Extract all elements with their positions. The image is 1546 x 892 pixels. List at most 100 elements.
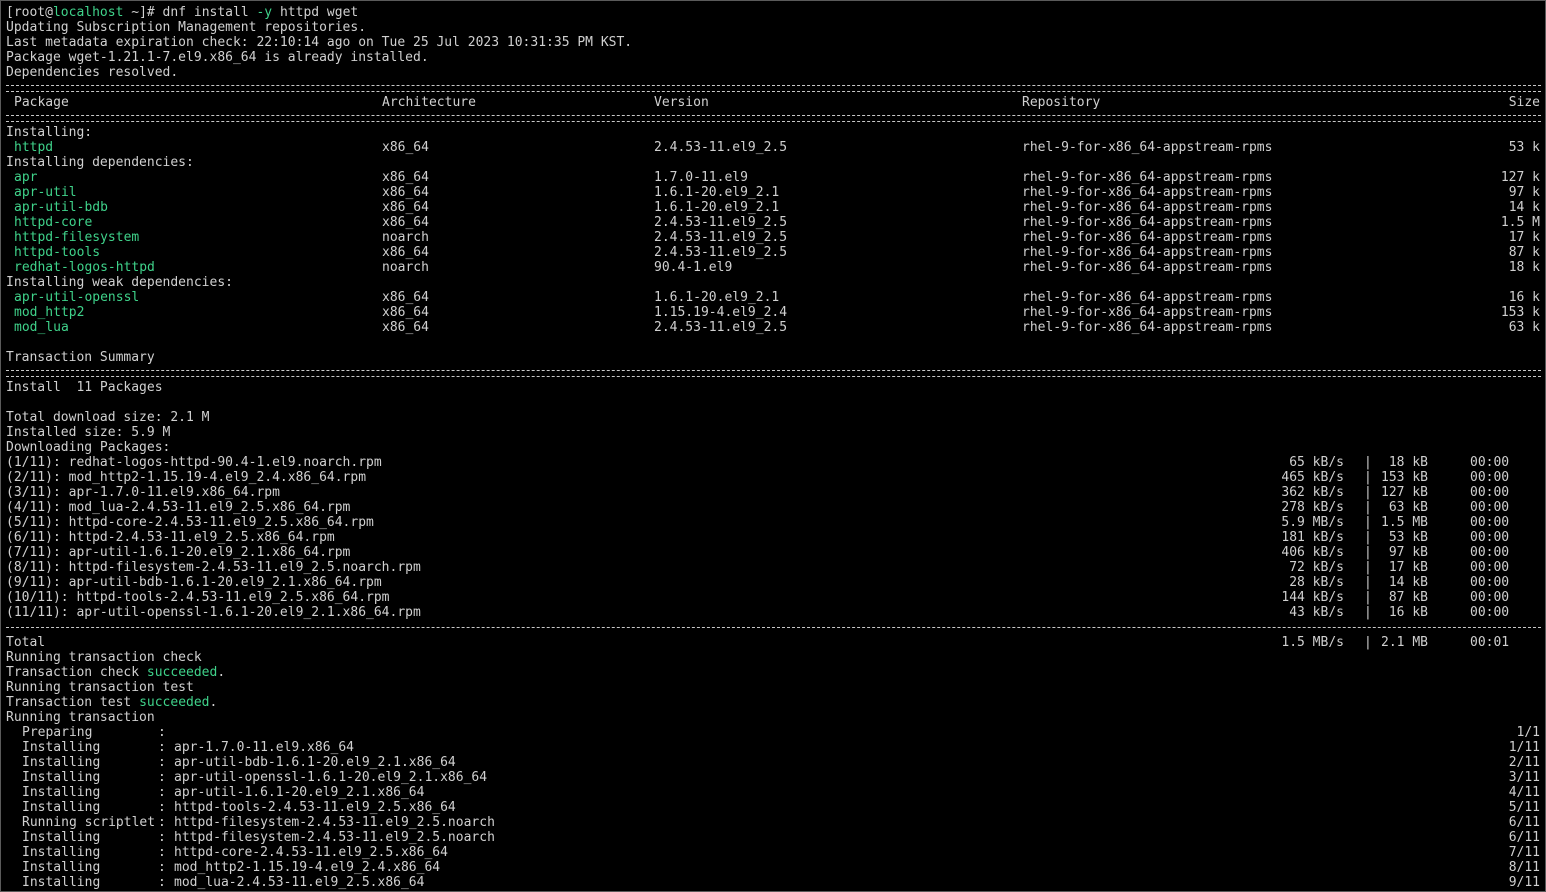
header-package: Package — [14, 95, 69, 110]
download-separator — [6, 620, 1545, 635]
download-pipe: | — [1364, 500, 1372, 515]
table-row: apr-util x86_64 1.6.1-20.el9_2.1 rhel-9-for… — [6, 185, 1545, 200]
download-size: 18 kB — [1388, 455, 1428, 470]
step-target: mod_http2-1.15.19-4.el9_2.4.x86_64 — [174, 860, 441, 875]
package-name: httpd — [14, 140, 54, 155]
download-file: (8/11): httpd-filesystem-2.4.53-11.el9_2… — [6, 560, 421, 575]
test-succeeded: succeeded — [139, 695, 210, 710]
step-action: Installing — [22, 740, 101, 755]
step-progress: 6/11 — [1508, 815, 1540, 830]
command-line: [root@localhost ~]# dnf install -y httpd… — [6, 5, 1545, 20]
package-repo: rhel-9-for-x86_64-appstream-rpms — [1022, 230, 1273, 245]
package-version: 1.6.1-20.el9_2.1 — [654, 200, 780, 215]
package-repo: rhel-9-for-x86_64-appstream-rpms — [1022, 185, 1273, 200]
package-name: mod_lua — [14, 320, 69, 335]
package-name: apr-util-bdb — [14, 200, 108, 215]
download-pipe: | — [1364, 560, 1372, 575]
output-line: Last metadata expiration check: 22:10:14… — [6, 35, 633, 50]
step-colon: : — [158, 875, 166, 890]
total-row: Total 1.5 MB/s | 2.1 MB 00:01 — [6, 635, 1545, 650]
total-rate: 1.5 MB/s — [1281, 635, 1344, 650]
table-row: mod_http2 x86_64 1.15.19-4.el9_2.4 rhel-9-f… — [6, 305, 1545, 320]
table-row: apr-util-openssl x86_64 1.6.1-20.el9_2.1 rh… — [6, 290, 1545, 305]
download-rate: 181 kB/s — [1281, 530, 1344, 545]
package-size: 16 k — [1508, 290, 1540, 305]
prompt-command: ~]# dnf install — [123, 5, 257, 20]
step-target: httpd-core-2.4.53-11.el9_2.5.x86_64 — [174, 845, 448, 860]
table-row: redhat-logos-httpd noarch 90.4-1.el9 rhel-9… — [6, 260, 1545, 275]
download-pipe: | — [1364, 545, 1372, 560]
download-file: (1/11): redhat-logos-httpd-90.4-1.el9.no… — [6, 455, 382, 470]
step-progress: 3/11 — [1508, 770, 1540, 785]
package-name: httpd-tools — [14, 245, 101, 260]
section-title: Installing weak dependencies: — [6, 275, 233, 290]
download-pipe: | — [1364, 575, 1372, 590]
download-rate: 144 kB/s — [1281, 590, 1344, 605]
download-pipe: | — [1364, 530, 1372, 545]
output-line: Updating Subscription Management reposit… — [6, 20, 367, 35]
table-row: httpd-core x86_64 2.4.53-11.el9_2.5 rhel-9-… — [6, 215, 1545, 230]
step-row: Installing: httpd-core-2.4.53-11.el9_2.5.… — [6, 845, 1545, 860]
download-row: (3/11): apr-1.7.0-11.el9.x86_64.rpm 362 k… — [6, 485, 1545, 500]
package-name: apr-util-openssl — [14, 290, 140, 305]
download-rate: 362 kB/s — [1281, 485, 1344, 500]
package-name: mod_http2 — [14, 305, 85, 320]
download-file: (5/11): httpd-core-2.4.53-11.el9_2.5.x86… — [6, 515, 374, 530]
download-time: 00:00 — [1470, 500, 1510, 515]
running-transaction: Running transaction — [6, 710, 155, 725]
package-repo: rhel-9-for-x86_64-appstream-rpms — [1022, 320, 1273, 335]
download-time: 00:00 — [1470, 575, 1510, 590]
step-action: Running scriptlet — [22, 815, 156, 830]
step-action: Installing — [22, 875, 101, 890]
package-arch: x86_64 — [382, 140, 429, 155]
package-repo: rhel-9-for-x86_64-appstream-rpms — [1022, 200, 1273, 215]
total-time: 00:01 — [1470, 635, 1510, 650]
step-colon: : — [158, 725, 166, 740]
step-progress: 4/11 — [1508, 785, 1540, 800]
total-download-size: Total download size: 2.1 M — [6, 410, 210, 425]
installed-size: Installed size: 5.9 M — [6, 425, 171, 440]
download-time: 00:00 — [1470, 560, 1510, 575]
package-version: 2.4.53-11.el9_2.5 — [654, 320, 788, 335]
download-size: 17 kB — [1388, 560, 1428, 575]
step-progress: 8/11 — [1508, 860, 1540, 875]
download-pipe: | — [1364, 515, 1372, 530]
step-progress: 6/11 — [1508, 830, 1540, 845]
package-size: 14 k — [1508, 200, 1540, 215]
package-table: Installing: httpd x86_64 2.4.53-11.el9_2.5 r… — [6, 125, 1545, 335]
step-colon: : — [158, 740, 166, 755]
download-list: (1/11): redhat-logos-httpd-90.4-1.el9.no… — [6, 455, 1545, 620]
step-action: Installing — [22, 770, 101, 785]
package-arch: x86_64 — [382, 170, 429, 185]
step-colon: : — [158, 800, 166, 815]
table-row: httpd-tools x86_64 2.4.53-11.el9_2.5 rhel-9… — [6, 245, 1545, 260]
step-target: apr-1.7.0-11.el9.x86_64 — [174, 740, 355, 755]
check-succeeded: succeeded — [146, 665, 218, 680]
download-time: 00:00 — [1470, 485, 1510, 500]
download-file: (2/11): mod_http2-1.15.19-4.el9_2.4.x86_… — [6, 470, 367, 485]
download-row: (2/11): mod_http2-1.15.19-4.el9_2.4.x86_… — [6, 470, 1545, 485]
package-repo: rhel-9-for-x86_64-appstream-rpms — [1022, 305, 1273, 320]
terminal-window[interactable]: [root@localhost ~]# dnf install -y httpd… — [0, 0, 1546, 892]
prompt-flag: -y — [256, 5, 273, 20]
table-separator-top — [6, 80, 1545, 95]
package-version: 90.4-1.el9 — [654, 260, 733, 275]
table-row: apr x86_64 1.7.0-11.el9 rhel-9-for-x86_64-a… — [6, 170, 1545, 185]
intro-output: Updating Subscription Management reposit… — [6, 20, 1545, 80]
step-colon: : — [158, 815, 166, 830]
package-arch: x86_64 — [382, 290, 429, 305]
step-colon: : — [158, 785, 166, 800]
step-action: Installing — [22, 785, 101, 800]
step-progress: 2/11 — [1508, 755, 1540, 770]
package-name: httpd-core — [14, 215, 93, 230]
step-progress: 9/11 — [1508, 875, 1540, 890]
download-rate: 65 kB/s — [1289, 455, 1344, 470]
download-file: (10/11): httpd-tools-2.4.53-11.el9_2.5.x… — [6, 590, 390, 605]
step-target: apr-util-bdb-1.6.1-20.el9_2.1.x86_64 — [174, 755, 456, 770]
step-progress: 5/11 — [1508, 800, 1540, 815]
package-size: 18 k — [1508, 260, 1540, 275]
section-title: Installing: — [6, 125, 93, 140]
step-target: httpd-tools-2.4.53-11.el9_2.5.x86_64 — [174, 800, 456, 815]
